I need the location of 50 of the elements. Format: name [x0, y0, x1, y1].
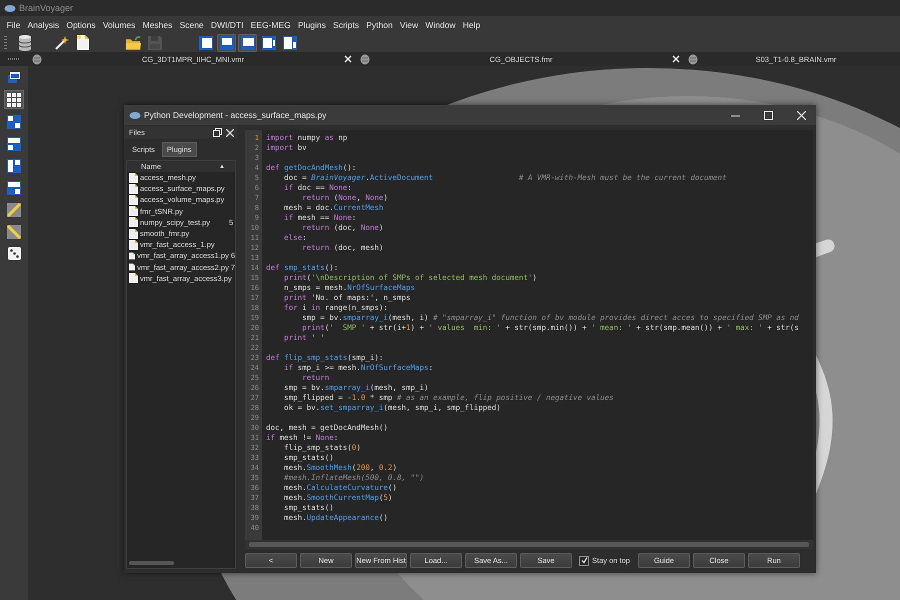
close-icon[interactable]: [344, 55, 352, 63]
checkbox[interactable]: [579, 556, 589, 566]
layout-icon[interactable]: [240, 34, 256, 50]
window-icon[interactable]: [8, 72, 20, 83]
file-icon: [129, 273, 138, 284]
file-icon: [129, 194, 138, 205]
folder-icon[interactable]: [125, 34, 142, 50]
file-icon: [129, 240, 138, 250]
menu-item[interactable]: Help: [459, 20, 484, 30]
layout-icon[interactable]: [7, 180, 21, 194]
ruler-icon[interactable]: [7, 202, 21, 216]
dice-icon[interactable]: [8, 247, 20, 260]
menu-item[interactable]: EEG-MEG: [247, 20, 294, 30]
menu-item[interactable]: Analysis: [24, 20, 63, 30]
menu-item[interactable]: Scene: [176, 20, 208, 30]
maximize-icon[interactable]: [764, 110, 772, 120]
layout-icon[interactable]: [7, 158, 21, 172]
layout-icon[interactable]: [7, 136, 21, 150]
ruler-icon[interactable]: [7, 224, 21, 238]
close-icon[interactable]: [672, 55, 680, 63]
menu-item[interactable]: DWI/DTI: [207, 20, 248, 30]
new-file-icon[interactable]: [76, 34, 90, 51]
file-icon: [129, 184, 138, 194]
window-title: Python Development - access_surface_maps.py: [144, 110, 328, 120]
file-icon: [129, 172, 138, 183]
check-icon: [580, 557, 588, 564]
grid-icon[interactable]: [7, 92, 21, 106]
file-icon: [129, 228, 138, 239]
menu-item[interactable]: Plugins: [294, 20, 330, 30]
close-icon[interactable]: [796, 110, 806, 120]
menu-item[interactable]: Options: [62, 20, 100, 30]
wand-icon[interactable]: [54, 34, 70, 50]
file-icon: [129, 206, 138, 216]
layout-icon[interactable]: [198, 34, 214, 50]
menu-item[interactable]: Scripts: [329, 20, 363, 30]
close-icon[interactable]: [226, 128, 234, 136]
app-title: BrainVoyager: [19, 3, 74, 13]
database-icon[interactable]: [16, 34, 32, 52]
menu-item[interactable]: Window: [422, 20, 460, 30]
layout-icon[interactable]: [7, 114, 21, 128]
menu-item[interactable]: Volumes: [99, 20, 140, 30]
menu-item[interactable]: Python: [362, 20, 396, 30]
float-icon[interactable]: [213, 128, 222, 137]
layout-icon[interactable]: [282, 34, 298, 50]
menu-item[interactable]: View: [396, 20, 422, 30]
menu-item[interactable]: Meshes: [139, 20, 176, 30]
layout-icon[interactable]: [260, 34, 276, 50]
menu-item[interactable]: File: [3, 20, 24, 30]
file-icon: [129, 217, 138, 228]
layout-icon[interactable]: [218, 34, 234, 50]
